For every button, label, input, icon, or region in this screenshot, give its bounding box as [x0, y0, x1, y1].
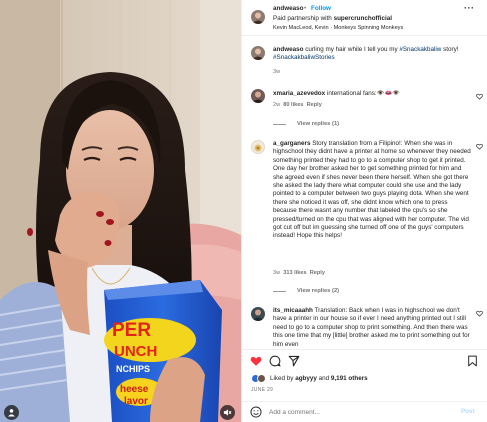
comment-text: its_micaaahh Translation: Back when I wa…	[273, 307, 470, 348]
post-date: JUNE 29	[251, 387, 274, 393]
avatar-image	[252, 48, 264, 60]
svg-text:NCHIPS: NCHIPS	[116, 364, 150, 374]
avatar	[257, 374, 266, 383]
svg-text:PER: PER	[112, 320, 151, 341]
hashtag-link[interactable]: #Snackakbaliw	[399, 46, 441, 53]
comment-username[interactable]: xmaria_azevedox	[273, 90, 325, 97]
heart-outline-icon[interactable]	[476, 143, 483, 150]
add-comment-bar: Post	[242, 401, 487, 422]
liked-by-user[interactable]: agbyyy	[295, 375, 317, 382]
liked-by-avatars	[251, 374, 269, 383]
speaker-muted-icon	[223, 409, 232, 416]
more-options-icon[interactable]: ···	[464, 3, 475, 12]
likes-count-link[interactable]: 9,191 others	[331, 375, 368, 382]
caption-username[interactable]: andweaso	[273, 46, 303, 53]
comment-meta: 3w 313 likes Reply	[273, 270, 325, 276]
view-replies-button[interactable]: View replies (1)	[297, 120, 339, 128]
post-comment-button[interactable]: Post	[461, 408, 475, 416]
user-tag-button[interactable]	[4, 405, 19, 420]
comment-avatar[interactable]	[251, 140, 265, 154]
comment-username[interactable]: its_micaaahh	[273, 307, 313, 314]
reply-button[interactable]: Reply	[307, 102, 322, 108]
view-replies-line	[273, 124, 286, 125]
heart-outline-icon[interactable]	[476, 310, 483, 317]
avatar-image	[252, 91, 264, 103]
view-replies-line	[273, 291, 286, 292]
person-icon	[8, 409, 15, 417]
follow-button[interactable]: Follow	[311, 5, 331, 13]
post-header: andweaso • Follow Paid partnership with …	[242, 0, 487, 36]
view-replies-button[interactable]: View replies (2)	[297, 287, 339, 295]
heart-outline-icon[interactable]	[476, 93, 483, 100]
avatar-image	[252, 309, 264, 321]
avatar-image	[254, 144, 262, 152]
emoji-icon[interactable]	[250, 406, 262, 418]
hashtag-link[interactable]: #SnackakbaliwStories	[273, 54, 335, 61]
post-viewer: PER UNCH NCHIPS heese lavor andweaso • F…	[0, 0, 487, 422]
post-actions: Liked by agbyyy and 9,191 others JUNE 29	[242, 349, 487, 399]
audio-credit[interactable]: Kevin MacLeod, Kevin · Monkeys Spinning …	[273, 24, 403, 32]
share-icon[interactable]	[288, 355, 300, 367]
caption-text: andweaso curling my hair while I tell yo…	[273, 46, 459, 62]
comment-likes[interactable]: 80 likes	[283, 102, 303, 108]
avatar-image	[252, 12, 264, 24]
svg-text:heese: heese	[120, 384, 149, 395]
liked-by-text: Liked by agbyyy and 9,191 others	[270, 375, 368, 382]
paid-partnership-label: Paid partnership with supercrunchofficia…	[273, 15, 392, 22]
comment-likes[interactable]: 313 likes	[283, 270, 306, 276]
comment-avatar[interactable]	[251, 89, 265, 103]
comment-meta: 2w 80 likes Reply	[273, 102, 322, 108]
caption-timestamp: 3w	[273, 69, 281, 75]
comment-avatar[interactable]	[251, 307, 265, 321]
caption-avatar[interactable]	[251, 46, 265, 60]
partner-link[interactable]: supercrunchofficial	[334, 15, 392, 22]
mute-button[interactable]	[220, 405, 235, 420]
header-dot: •	[304, 5, 307, 12]
svg-text:UNCH: UNCH	[114, 343, 157, 360]
author-username[interactable]: andweaso	[273, 5, 303, 13]
svg-text:lavor: lavor	[124, 396, 148, 407]
comment-input[interactable]	[269, 405, 449, 419]
comment-icon[interactable]	[269, 355, 281, 367]
video-frame-image: PER UNCH NCHIPS heese lavor	[0, 0, 241, 422]
avatar[interactable]	[251, 10, 265, 24]
save-bookmark-icon[interactable]	[467, 355, 478, 367]
video-player[interactable]: PER UNCH NCHIPS heese lavor	[0, 0, 241, 422]
comments-list[interactable]: andweaso curling my hair while I tell yo…	[242, 37, 487, 349]
heart-filled-icon[interactable]	[250, 355, 262, 367]
post-details-panel: andweaso • Follow Paid partnership with …	[241, 0, 487, 422]
comment-text: xmaria_azevedox international fans:👁️👄👁️	[273, 90, 401, 97]
reply-button[interactable]: Reply	[310, 270, 325, 276]
comment-text: a_garganers Story translation from a Fil…	[273, 140, 471, 240]
comment-username[interactable]: a_garganers	[273, 140, 310, 147]
